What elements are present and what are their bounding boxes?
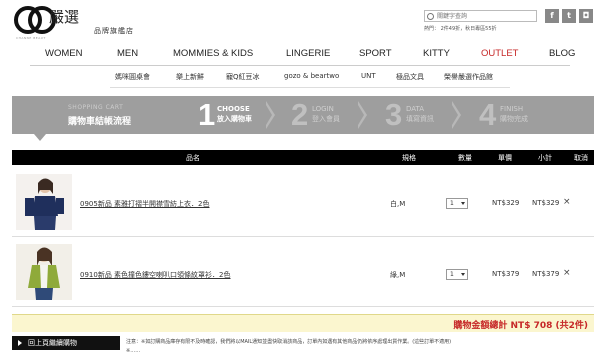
remove-item-icon[interactable]: × [563, 197, 571, 207]
search-icon [427, 13, 434, 20]
order-note-2: ※…… [126, 348, 141, 352]
header-name: 品名 [186, 154, 200, 162]
nav-men[interactable]: MEN [117, 48, 138, 59]
order-total-bar: 購物金額總計 NT$ 708 (共2件) [12, 314, 594, 332]
continue-shopping-button[interactable]: 回上頁繼續購物 [12, 336, 120, 350]
nav-blog[interactable]: BLOG [549, 48, 575, 59]
facebook-icon[interactable]: f [545, 9, 559, 23]
brand-name: 嚴選 [49, 8, 80, 26]
subnav-item[interactable]: gozo & beartwo [284, 72, 339, 80]
nav-women[interactable]: WOMEN [45, 48, 82, 59]
step-chevron-inner [358, 105, 364, 125]
chevron-down-icon [461, 202, 465, 205]
nav-kitty[interactable]: KITTY [423, 48, 450, 59]
order-total: 購物金額總計 NT$ 708 (共2件) [453, 321, 588, 331]
product-name-link[interactable]: 0910新品 素色撞色鏤空喇叭口領條紋罩衫．2色 [80, 270, 231, 280]
product-spec: 綠,M [390, 271, 406, 279]
step-3-zh: 填寫資訊 [406, 115, 434, 123]
subnav-item[interactable]: 媽咪圓桌會 [115, 72, 150, 82]
quantity-select[interactable]: 1 [446, 269, 468, 280]
remove-item-icon[interactable]: × [563, 268, 571, 278]
nav-outlet[interactable]: OUTLET [481, 48, 518, 59]
arrow-right-icon [18, 340, 22, 346]
nav-divider [30, 65, 570, 66]
steps-caption-en: SHOPPING CART [68, 104, 124, 111]
subtotal: NT$329 [532, 199, 560, 207]
step-2-zh: 登入會員 [312, 115, 340, 123]
step-3-number: 3 [385, 97, 403, 132]
nav-sport[interactable]: SPORT [359, 48, 392, 59]
main-nav: WOMEN MEN MOMMIES & KIDS LINGERIE SPORT … [0, 48, 600, 62]
continue-shopping-label: 回上頁繼續購物 [28, 339, 77, 347]
step-4-en: FINISH [500, 105, 524, 113]
header-subtotal: 小計 [538, 154, 552, 162]
product-image-navy-top [16, 174, 72, 230]
twitter-icon[interactable]: t [562, 9, 576, 23]
subnav-divider [110, 87, 510, 88]
product-thumbnail[interactable] [16, 244, 72, 300]
subnav-item[interactable]: 榮譽嚴選作品館 [444, 72, 493, 82]
step-chevron-inner [266, 105, 272, 125]
header-qty: 數量 [458, 154, 472, 162]
subnav-item[interactable]: UNT [361, 72, 376, 80]
logo-mini-text: CHANNE BEAUT [16, 36, 46, 40]
brand-subtitle: 品牌旗艦店 [94, 27, 134, 35]
hot-keywords: 熱門： 2件49折，秋日專區55折 [424, 26, 497, 32]
search-input[interactable] [437, 11, 535, 21]
step-1-zh: 放入購物車 [217, 115, 252, 123]
subnav-item[interactable]: 寵Q紅豆冰 [226, 72, 260, 82]
subtotal: NT$379 [532, 270, 560, 278]
unit-price: NT$379 [492, 270, 520, 278]
header-unit-price: 單價 [498, 154, 512, 162]
product-thumbnail[interactable] [16, 174, 72, 230]
step-3-en: DATA [406, 105, 425, 113]
cart-table-header: 品名 規格 數量 單價 小計 取消 [12, 150, 594, 165]
chevron-down-icon [461, 273, 465, 276]
step-1-en: CHOOSE [217, 105, 250, 113]
order-note: 注意：※如訂購商品庫存有限不及時確認，我們將以MAIL通知並盡快取消該商品，訂單… [126, 339, 452, 345]
quantity-select[interactable]: 1 [446, 198, 468, 209]
search-box[interactable] [424, 10, 537, 22]
row-divider [12, 306, 594, 307]
nav-mommies-kids[interactable]: MOMMIES & KIDS [173, 48, 253, 59]
step-4-zh: 購物完成 [500, 115, 528, 123]
quantity-value: 1 [450, 200, 454, 207]
instagram-icon[interactable]: ◘ [579, 9, 593, 23]
product-name-link[interactable]: 0905新品 素雅打褶半開襟雪紡上衣．2色 [80, 199, 210, 209]
nav-lingerie[interactable]: LINGERIE [286, 48, 330, 59]
unit-price: NT$329 [492, 199, 520, 207]
step-4-number: 4 [479, 97, 497, 132]
step-2-en: LOGIN [312, 105, 334, 113]
step-1-number: 1 [198, 97, 216, 132]
header-remove: 取消 [574, 154, 588, 162]
checkout-steps: SHOPPING CART 購物車結帳流程 1 CHOOSE 放入購物車 2 L… [12, 96, 594, 134]
steps-pointer [34, 134, 46, 141]
quantity-value: 1 [450, 271, 454, 278]
subnav-item[interactable]: 樂上新鮮 [176, 72, 204, 82]
header-spec: 規格 [402, 154, 416, 162]
step-2-number: 2 [291, 97, 309, 132]
sub-nav: 媽咪圓桌會 樂上新鮮 寵Q紅豆冰 gozo & beartwo UNT 極品文具… [0, 72, 600, 84]
product-spec: 白,M [390, 200, 406, 208]
steps-caption-zh: 購物車結帳流程 [68, 117, 132, 127]
step-chevron-inner [452, 105, 458, 125]
product-image-green-cardigan [16, 244, 72, 300]
row-divider [12, 236, 594, 237]
subnav-item[interactable]: 極品文具 [396, 72, 424, 82]
